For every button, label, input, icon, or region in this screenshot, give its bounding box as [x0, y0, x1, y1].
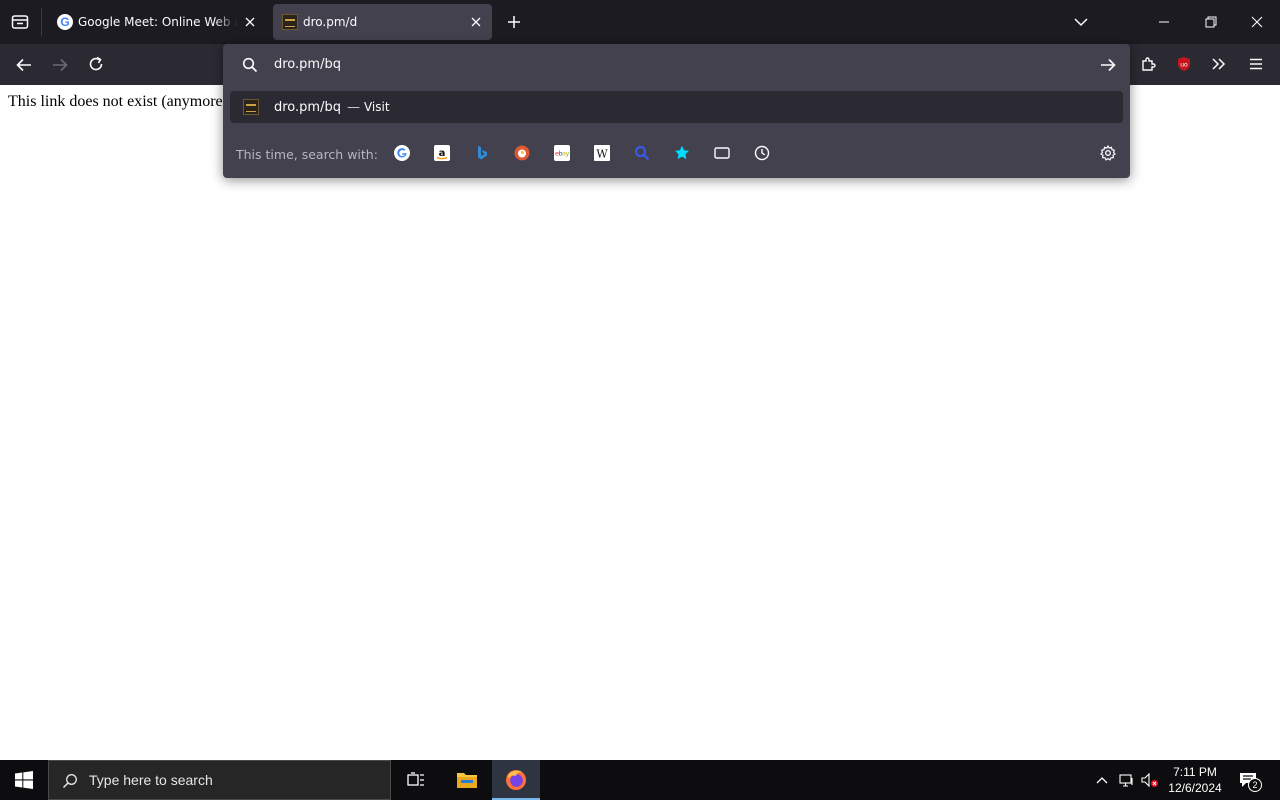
close-tab-icon[interactable]: [468, 14, 484, 30]
svg-text:a: a: [439, 148, 446, 159]
urlbar-dropdown: dro.pm/bq dro.pm/bq — Visit This time, sea…: [223, 44, 1130, 178]
tab-dro-pm[interactable]: dro.pm/d: [273, 4, 492, 40]
app-menu-icon[interactable]: [1246, 55, 1266, 73]
duckduckgo-icon[interactable]: [514, 145, 530, 161]
search-settings-gear-icon[interactable]: [1100, 144, 1116, 161]
suggestion-row[interactable]: dro.pm/bq — Visit: [230, 91, 1123, 123]
taskbar-search-box[interactable]: Type here to search: [48, 760, 391, 800]
dro-pm-icon: [282, 14, 298, 30]
amazon-icon[interactable]: a: [434, 145, 450, 161]
show-hidden-icons-chevron-icon[interactable]: [1094, 771, 1110, 789]
close-window-icon[interactable]: [1245, 13, 1269, 31]
network-icon[interactable]: [1118, 771, 1136, 789]
svg-text:y: y: [566, 150, 570, 158]
tabs-icon[interactable]: [714, 145, 730, 161]
history-clock-icon[interactable]: [754, 145, 770, 161]
google-icon[interactable]: [394, 145, 410, 161]
google-icon: G: [57, 14, 73, 30]
taskbar-search-placeholder: Type here to search: [89, 772, 213, 788]
wikipedia-icon[interactable]: W: [594, 145, 610, 161]
ublock-origin-icon[interactable]: uo: [1175, 55, 1193, 73]
ebay-icon[interactable]: ebay: [554, 145, 570, 161]
task-view-icon[interactable]: [404, 769, 428, 791]
extensions-icon[interactable]: [1138, 54, 1158, 74]
svg-text:W: W: [596, 148, 608, 161]
clock-time: 7:11 PM: [1173, 765, 1217, 779]
firefox-icon: [504, 768, 528, 792]
tab-strip: G Google Meet: Online Web and Video Conf…: [0, 0, 1280, 44]
minimize-icon[interactable]: [1152, 13, 1176, 31]
new-tab-icon[interactable]: [505, 13, 523, 31]
firefox-view-icon[interactable]: [8, 11, 32, 33]
overflow-menu-icon[interactable]: [1209, 55, 1229, 73]
page-body-text: This link does not exist (anymore).: [8, 93, 232, 110]
tab-google-meet[interactable]: G Google Meet: Online Web and Video Conf…: [46, 4, 268, 40]
list-all-tabs-icon[interactable]: [1072, 13, 1090, 31]
tab-title: dro.pm/d: [303, 15, 358, 29]
bookmarks-star-icon[interactable]: [674, 145, 690, 161]
windows-start-icon[interactable]: [12, 769, 36, 791]
volume-muted-icon[interactable]: [1140, 771, 1160, 789]
reload-icon[interactable]: [86, 54, 106, 74]
close-tab-icon[interactable]: [242, 14, 258, 30]
suggestion-action: Visit: [363, 100, 390, 114]
tab-title: Google Meet: Online Web and Video Confer…: [78, 15, 238, 29]
clock[interactable]: 7:11 PM 12/6/2024: [1164, 764, 1226, 796]
address-bar-input[interactable]: dro.pm/bq: [274, 57, 341, 72]
search-icon: [240, 55, 260, 75]
one-off-search-label: This time, search with:: [236, 147, 378, 162]
back-icon[interactable]: [14, 55, 34, 75]
svg-text:uo: uo: [1180, 62, 1188, 69]
restore-icon[interactable]: [1199, 13, 1223, 31]
go-arrow-icon[interactable]: [1098, 55, 1118, 75]
forward-icon[interactable]: [50, 55, 70, 75]
suggestion-url: dro.pm/bq: [274, 100, 341, 115]
file-explorer-icon[interactable]: [454, 768, 480, 792]
notification-count-badge: 2: [1248, 778, 1262, 792]
suggestion-separator: —: [346, 100, 360, 115]
dro-pm-icon: [243, 99, 259, 115]
bing-icon[interactable]: [474, 145, 490, 161]
tab-divider: [41, 8, 42, 36]
suggestion-text: dro.pm/bq — Visit: [274, 100, 390, 115]
firefox-taskbar-button[interactable]: [492, 760, 540, 800]
search-icon: [61, 772, 79, 790]
search-icon[interactable]: [634, 145, 650, 161]
windows-taskbar: Type here to search 7:11 PM 12/6/2024: [0, 760, 1280, 800]
clock-date: 12/6/2024: [1168, 781, 1222, 795]
